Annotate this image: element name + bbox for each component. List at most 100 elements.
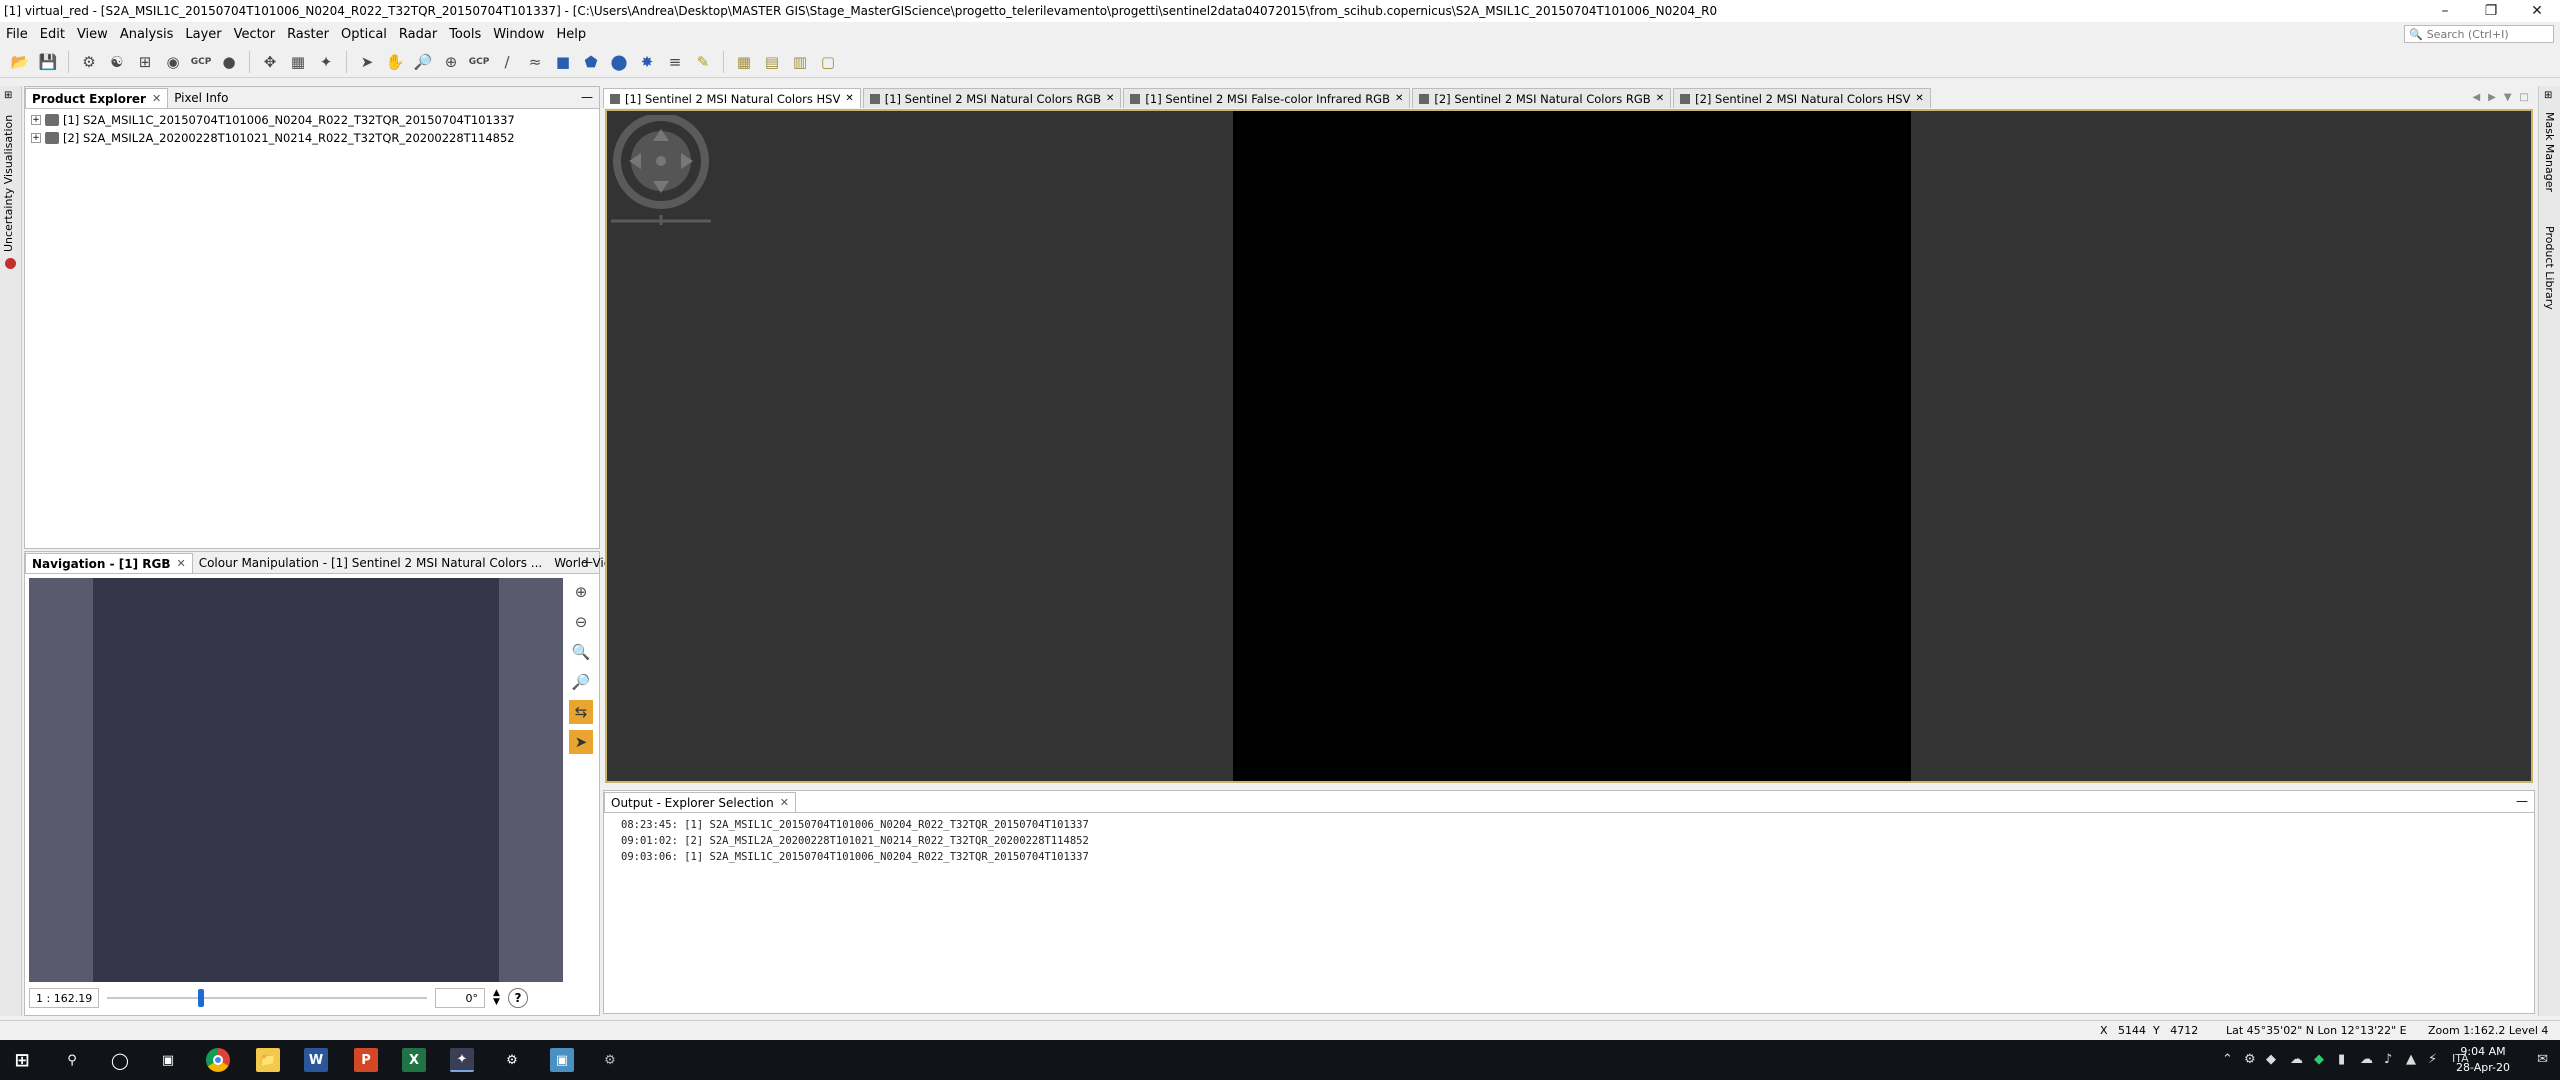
sync-views-icon[interactable]: ⇆: [569, 700, 593, 724]
magic-wand-icon[interactable]: ✸: [635, 50, 659, 74]
scroll-right-icon[interactable]: ▶: [2488, 92, 2496, 103]
band-maths-icon[interactable]: ⚙: [77, 50, 101, 74]
tab-view-4[interactable]: [2] Sentinel 2 MSI Natural Colors RGB ✕: [1412, 88, 1672, 108]
tab-navigation[interactable]: Navigation - [1] RGB ✕: [25, 553, 193, 573]
navigation-viewport[interactable]: [93, 578, 499, 982]
excel-icon[interactable]: X: [402, 1048, 426, 1072]
polyline-tool-icon[interactable]: ≈: [523, 50, 547, 74]
tray-battery-icon[interactable]: ▮: [2338, 1052, 2345, 1067]
gcp-manager-icon[interactable]: GCP: [189, 50, 213, 74]
grid-icon[interactable]: ▦: [286, 50, 310, 74]
product-library-tab[interactable]: Product Library: [2543, 226, 2556, 310]
ellipse-tool-icon[interactable]: ⬤: [607, 50, 631, 74]
dock-restore-icon[interactable]: ⊞: [2544, 90, 2552, 101]
pan-tool-icon[interactable]: ✋: [383, 50, 407, 74]
graticule-icon[interactable]: ⊞: [133, 50, 157, 74]
image-view-canvas[interactable]: [605, 109, 2533, 783]
menu-vector[interactable]: Vector: [228, 27, 281, 42]
sync-cursor-icon[interactable]: ➤: [569, 730, 593, 754]
zoom-slider-thumb[interactable]: [198, 989, 205, 1007]
restore-button[interactable]: ❐: [2468, 0, 2514, 22]
menu-layer[interactable]: Layer: [179, 27, 227, 42]
tray-power-icon[interactable]: ⚡: [2428, 1052, 2437, 1067]
tile-evenly-icon[interactable]: ▦: [732, 50, 756, 74]
scroll-left-icon[interactable]: ◀: [2472, 92, 2480, 103]
search-input[interactable]: 🔍 Search (Ctrl+I): [2404, 25, 2554, 43]
tray-shield-icon[interactable]: ◆: [2314, 1052, 2324, 1067]
help-icon[interactable]: ?: [507, 988, 528, 1008]
zoom-in-tool-icon[interactable]: ⊕: [439, 50, 463, 74]
cortana-icon[interactable]: ◯: [108, 1048, 132, 1072]
menu-edit[interactable]: Edit: [34, 27, 71, 42]
tray-dropbox-icon[interactable]: ◆: [2266, 1052, 2276, 1067]
menu-analysis[interactable]: Analysis: [114, 27, 180, 42]
expand-icon[interactable]: +: [31, 133, 41, 143]
raster-info-icon[interactable]: ☯: [105, 50, 129, 74]
expand-icon[interactable]: +: [31, 115, 41, 125]
tab-colour-manipulation[interactable]: Colour Manipulation - [1] Sentinel 2 MSI…: [193, 553, 549, 573]
tab-view-3[interactable]: [1] Sentinel 2 MSI False-color Infrared …: [1123, 88, 1411, 108]
menu-tools[interactable]: Tools: [443, 27, 487, 42]
tray-cloud-icon[interactable]: ☁: [2290, 1052, 2303, 1067]
zoom-slider[interactable]: [107, 988, 427, 1008]
tray-usb-icon[interactable]: ⚙: [2244, 1052, 2256, 1067]
app-window-icon[interactable]: ▣: [550, 1048, 574, 1072]
pan-zoom-control-icon[interactable]: [611, 115, 711, 225]
save-product-icon[interactable]: 💾: [36, 50, 60, 74]
close-icon[interactable]: ✕: [176, 557, 185, 570]
line-tool-icon[interactable]: ∕: [495, 50, 519, 74]
select-tool-icon[interactable]: ➤: [355, 50, 379, 74]
windows-start-icon[interactable]: ⊞: [10, 1048, 34, 1072]
rotation-spinner[interactable]: ▲ ▼: [493, 989, 500, 1007]
tab-view-1[interactable]: [1] Sentinel 2 MSI Natural Colors HSV ✕: [603, 88, 861, 108]
notification-icon[interactable]: ✉: [2537, 1052, 2548, 1067]
tile-single-icon[interactable]: ▢: [816, 50, 840, 74]
menu-help[interactable]: Help: [551, 27, 593, 42]
polygon-tool-icon[interactable]: ⬟: [579, 50, 603, 74]
tile-horizontally-icon[interactable]: ▤: [760, 50, 784, 74]
menu-file[interactable]: File: [0, 27, 34, 42]
tab-list-icon[interactable]: ▼: [2504, 92, 2512, 103]
minimize-panel-icon[interactable]: —: [2516, 794, 2528, 808]
zoom-tool-icon[interactable]: 🔎: [411, 50, 435, 74]
tab-output-explorer-selection[interactable]: Output - Explorer Selection ✕: [604, 792, 796, 812]
range-finder-icon[interactable]: ≡: [663, 50, 687, 74]
tray-chevron-icon[interactable]: ⌃: [2222, 1052, 2233, 1067]
minimize-panel-icon[interactable]: —: [581, 90, 593, 104]
uncertainty-visualisation-tab[interactable]: Uncertainty Visualisation: [2, 112, 15, 252]
menu-raster[interactable]: Raster: [281, 27, 335, 42]
word-icon[interactable]: W: [304, 1048, 328, 1072]
search-icon[interactable]: ⚲: [60, 1048, 84, 1072]
open-product-icon[interactable]: 📂: [8, 50, 32, 74]
pixel-geocoding-icon[interactable]: ✦: [314, 50, 338, 74]
menu-view[interactable]: View: [71, 27, 114, 42]
menu-radar[interactable]: Radar: [393, 27, 443, 42]
close-button[interactable]: ✕: [2514, 0, 2560, 22]
tab-view-2[interactable]: [1] Sentinel 2 MSI Natural Colors RGB ✕: [862, 88, 1122, 108]
snap-app-icon[interactable]: ✦: [450, 1048, 474, 1072]
tab-product-explorer[interactable]: Product Explorer ✕: [25, 88, 169, 108]
close-icon[interactable]: ✕: [1395, 93, 1403, 104]
rectangle-tool-icon[interactable]: ■: [551, 50, 575, 74]
close-icon[interactable]: ✕: [152, 92, 161, 105]
tray-volume-icon[interactable]: ♪: [2384, 1052, 2392, 1067]
settings-icon[interactable]: ⚙: [500, 1048, 524, 1072]
ruler-icon[interactable]: ✎: [691, 50, 715, 74]
close-icon[interactable]: ✕: [1915, 93, 1923, 104]
tray-network-icon[interactable]: ☁: [2360, 1052, 2373, 1067]
menu-window[interactable]: Window: [487, 27, 550, 42]
close-icon[interactable]: ✕: [1106, 93, 1114, 104]
dock-restore-icon[interactable]: ⊞: [4, 90, 12, 101]
tray-wifi-icon[interactable]: ▲: [2406, 1052, 2416, 1067]
pin-placing-tool-icon[interactable]: GCP: [467, 50, 491, 74]
product-tree-item[interactable]: + [2] S2A_MSIL2A_20200228T101021_N0214_R…: [25, 129, 599, 147]
zoom-in-icon[interactable]: ⊕: [569, 580, 593, 604]
tab-pixel-info[interactable]: Pixel Info: [168, 88, 234, 108]
minimize-button[interactable]: –: [2422, 0, 2468, 22]
product-tree-item[interactable]: + [1] S2A_MSIL1C_20150704T101006_N0204_R…: [25, 111, 599, 129]
spectrum-icon[interactable]: ✥: [258, 50, 282, 74]
tile-vertically-icon[interactable]: ▥: [788, 50, 812, 74]
zoom-pixel-icon[interactable]: 🔍: [569, 640, 593, 664]
file-explorer-icon[interactable]: 📁: [256, 1048, 280, 1072]
navigation-overview[interactable]: [29, 578, 563, 982]
